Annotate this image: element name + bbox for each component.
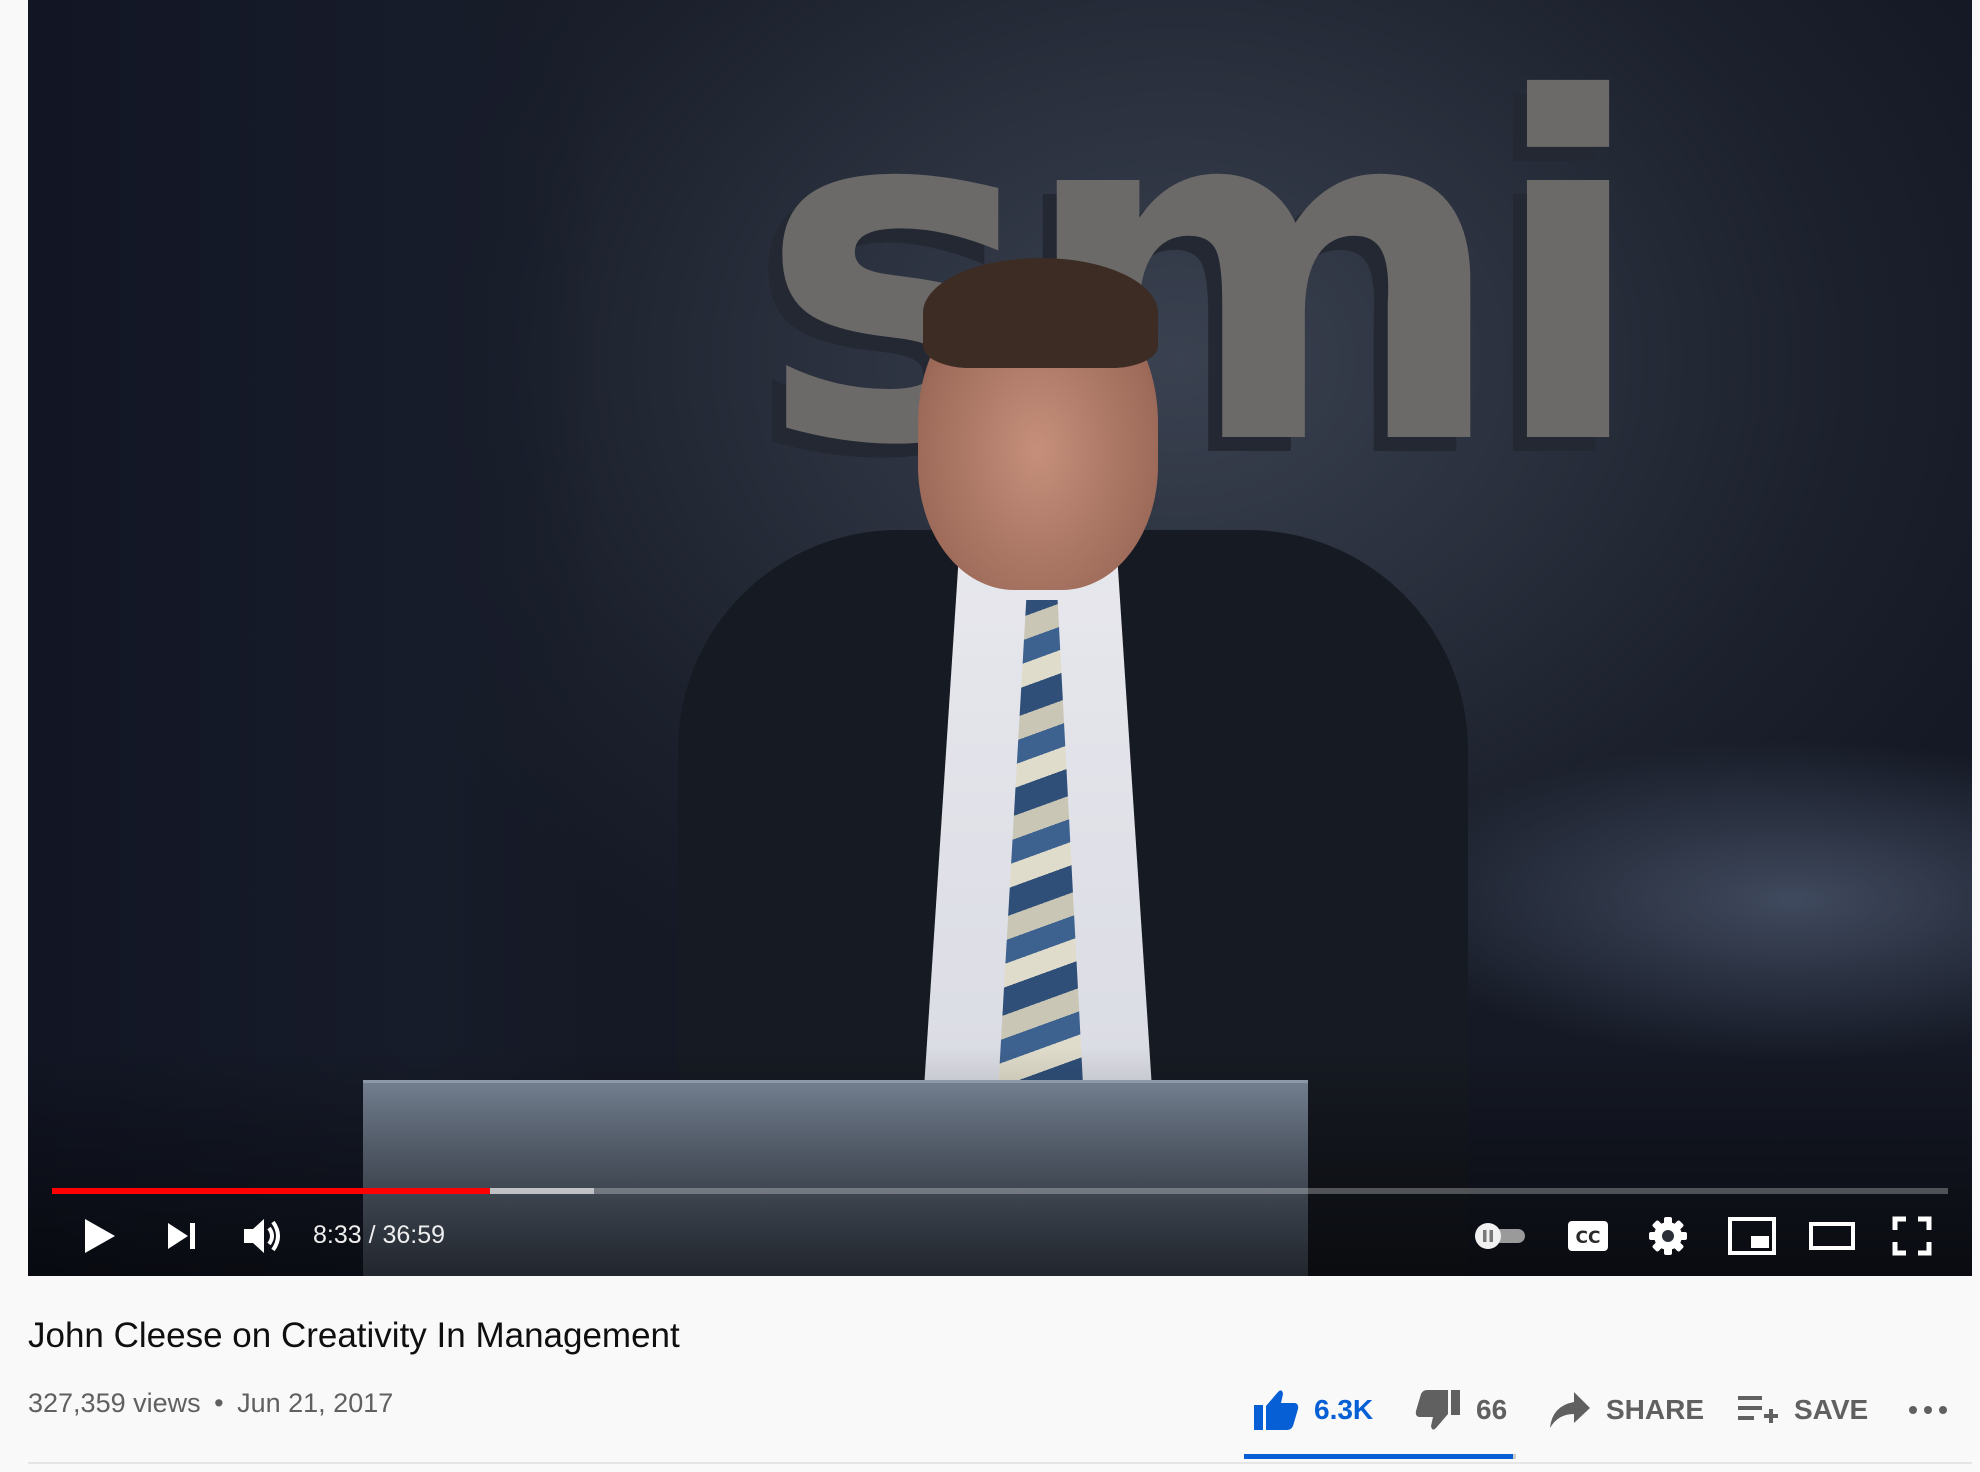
time-display: 8:33 / 36:59 <box>313 1221 446 1249</box>
video-meta: 327,359 views • Jun 21, 2017 <box>28 1388 393 1419</box>
sentiment-bar <box>1244 1454 1516 1459</box>
settings-icon <box>1649 1217 1687 1255</box>
settings-button[interactable] <box>1636 1208 1700 1264</box>
share-label: SHARE <box>1606 1394 1705 1425</box>
miniplayer-button[interactable] <box>1716 1208 1788 1264</box>
play-button[interactable] <box>72 1208 128 1264</box>
fullscreen-icon <box>1892 1216 1932 1256</box>
save-button[interactable]: SAVE <box>1736 1380 1868 1440</box>
info-divider <box>28 1462 1972 1464</box>
playlist-add-icon <box>1738 1396 1778 1423</box>
video-player[interactable]: smi 8:33 / 36:59 CC <box>28 0 1972 1276</box>
fullscreen-button[interactable] <box>1876 1208 1948 1264</box>
dislike-button[interactable]: 66 <box>1414 1380 1507 1440</box>
video-title: John Cleese on Creativity In Management <box>28 1316 680 1355</box>
like-button[interactable]: 6.3K <box>1252 1380 1373 1440</box>
autoplay-toggle-icon <box>1475 1223 1525 1249</box>
mute-button[interactable] <box>234 1208 294 1264</box>
thumbs-up-icon <box>1254 1390 1299 1430</box>
meta-separator: • <box>214 1388 224 1418</box>
view-count: 327,359 views <box>28 1388 201 1418</box>
volume-icon <box>244 1219 280 1253</box>
progress-played <box>52 1188 490 1194</box>
svg-text:CC: CC <box>1576 1228 1601 1248</box>
save-label: SAVE <box>1794 1394 1869 1425</box>
play-icon <box>85 1219 115 1253</box>
more-horizontal-icon <box>1909 1406 1947 1414</box>
share-icon <box>1550 1392 1590 1428</box>
theater-mode-button[interactable] <box>1796 1208 1868 1264</box>
captions-button[interactable]: CC <box>1556 1208 1620 1264</box>
watch-page: smi 8:33 / 36:59 CC John Cleese on Creat… <box>0 0 1980 1472</box>
share-button[interactable]: SHARE <box>1548 1380 1704 1440</box>
captions-icon: CC <box>1568 1221 1608 1251</box>
next-button[interactable] <box>154 1208 210 1264</box>
thumbs-down-icon <box>1415 1390 1460 1430</box>
like-count: 6.3K <box>1314 1394 1374 1425</box>
publish-date: Jun 21, 2017 <box>237 1388 394 1418</box>
speaker-hair <box>923 258 1158 368</box>
sentiment-bar-likes <box>1244 1454 1514 1459</box>
miniplayer-icon <box>1728 1217 1776 1255</box>
next-icon <box>168 1223 195 1249</box>
progress-bar[interactable] <box>52 1188 1948 1194</box>
autoplay-toggle[interactable] <box>1466 1208 1536 1264</box>
theater-icon <box>1809 1222 1855 1250</box>
more-actions-button[interactable] <box>1908 1380 1948 1440</box>
dislike-count: 66 <box>1476 1394 1508 1425</box>
